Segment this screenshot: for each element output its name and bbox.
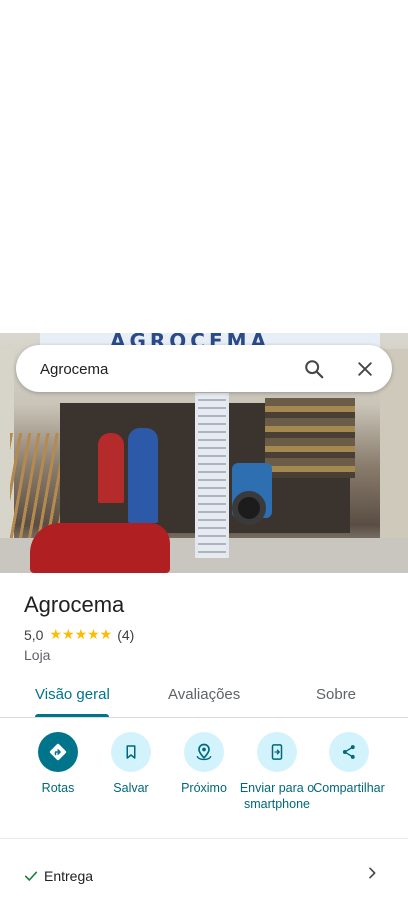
nearby-button-circle — [184, 732, 224, 772]
tab-bar: Visão geral Avaliações Sobre — [0, 678, 408, 718]
save-button-circle — [111, 732, 151, 772]
photo-person — [98, 433, 124, 503]
share-icon — [342, 745, 355, 759]
save-label: Salvar — [113, 781, 149, 795]
rating-row[interactable]: 5,0 ★★★★★ (4) — [24, 626, 134, 643]
directions-button-circle — [38, 732, 78, 772]
nearby-icon — [196, 743, 212, 761]
share-label: Compartilhar — [313, 781, 385, 795]
delivery-row[interactable]: Entrega — [0, 850, 408, 898]
place-category[interactable]: Loja — [24, 647, 50, 663]
divider — [0, 838, 408, 839]
photo-person — [128, 428, 158, 523]
send-to-phone-button[interactable]: Enviar para o smartphone — [239, 732, 315, 812]
search-input[interactable] — [40, 358, 280, 380]
nearby-button[interactable]: Próximo — [166, 732, 242, 796]
tab-overview[interactable]: Visão geral — [35, 686, 110, 703]
tab-reviews[interactable]: Avaliações — [168, 686, 240, 703]
active-tab-indicator — [35, 714, 109, 717]
search-bar — [16, 345, 392, 392]
directions-button[interactable]: Rotas — [20, 732, 96, 796]
photo-wheel — [232, 491, 266, 525]
review-count: (4) — [117, 626, 135, 643]
action-buttons: Rotas Salvar Próximo Enviar para o smart… — [0, 728, 408, 833]
close-icon — [358, 362, 372, 376]
bookmark-icon — [126, 745, 136, 759]
photo-shelf — [265, 398, 355, 478]
send-to-phone-button-circle — [257, 732, 297, 772]
search-button[interactable] — [301, 356, 327, 382]
send-to-phone-icon — [271, 744, 283, 760]
send-to-phone-label: Enviar para o smartphone — [239, 781, 315, 811]
star-rating-icon: ★★★★★ — [49, 626, 113, 642]
photo-motorcycle — [30, 523, 170, 573]
directions-icon — [49, 743, 67, 761]
tab-about[interactable]: Sobre — [316, 686, 356, 703]
save-button[interactable]: Salvar — [93, 732, 169, 796]
check-icon — [24, 871, 38, 881]
search-icon — [305, 360, 324, 379]
rating-value: 5,0 — [24, 626, 44, 643]
chevron-right-icon — [369, 867, 376, 879]
place-name: Agrocema — [24, 592, 125, 617]
photo-ladder — [195, 393, 229, 558]
share-button-circle — [329, 732, 369, 772]
share-button[interactable]: Compartilhar — [311, 732, 387, 796]
delivery-label: Entrega — [44, 868, 94, 884]
clear-search-button[interactable] — [352, 356, 378, 382]
directions-label: Rotas — [41, 781, 75, 795]
nearby-label: Próximo — [181, 781, 227, 795]
